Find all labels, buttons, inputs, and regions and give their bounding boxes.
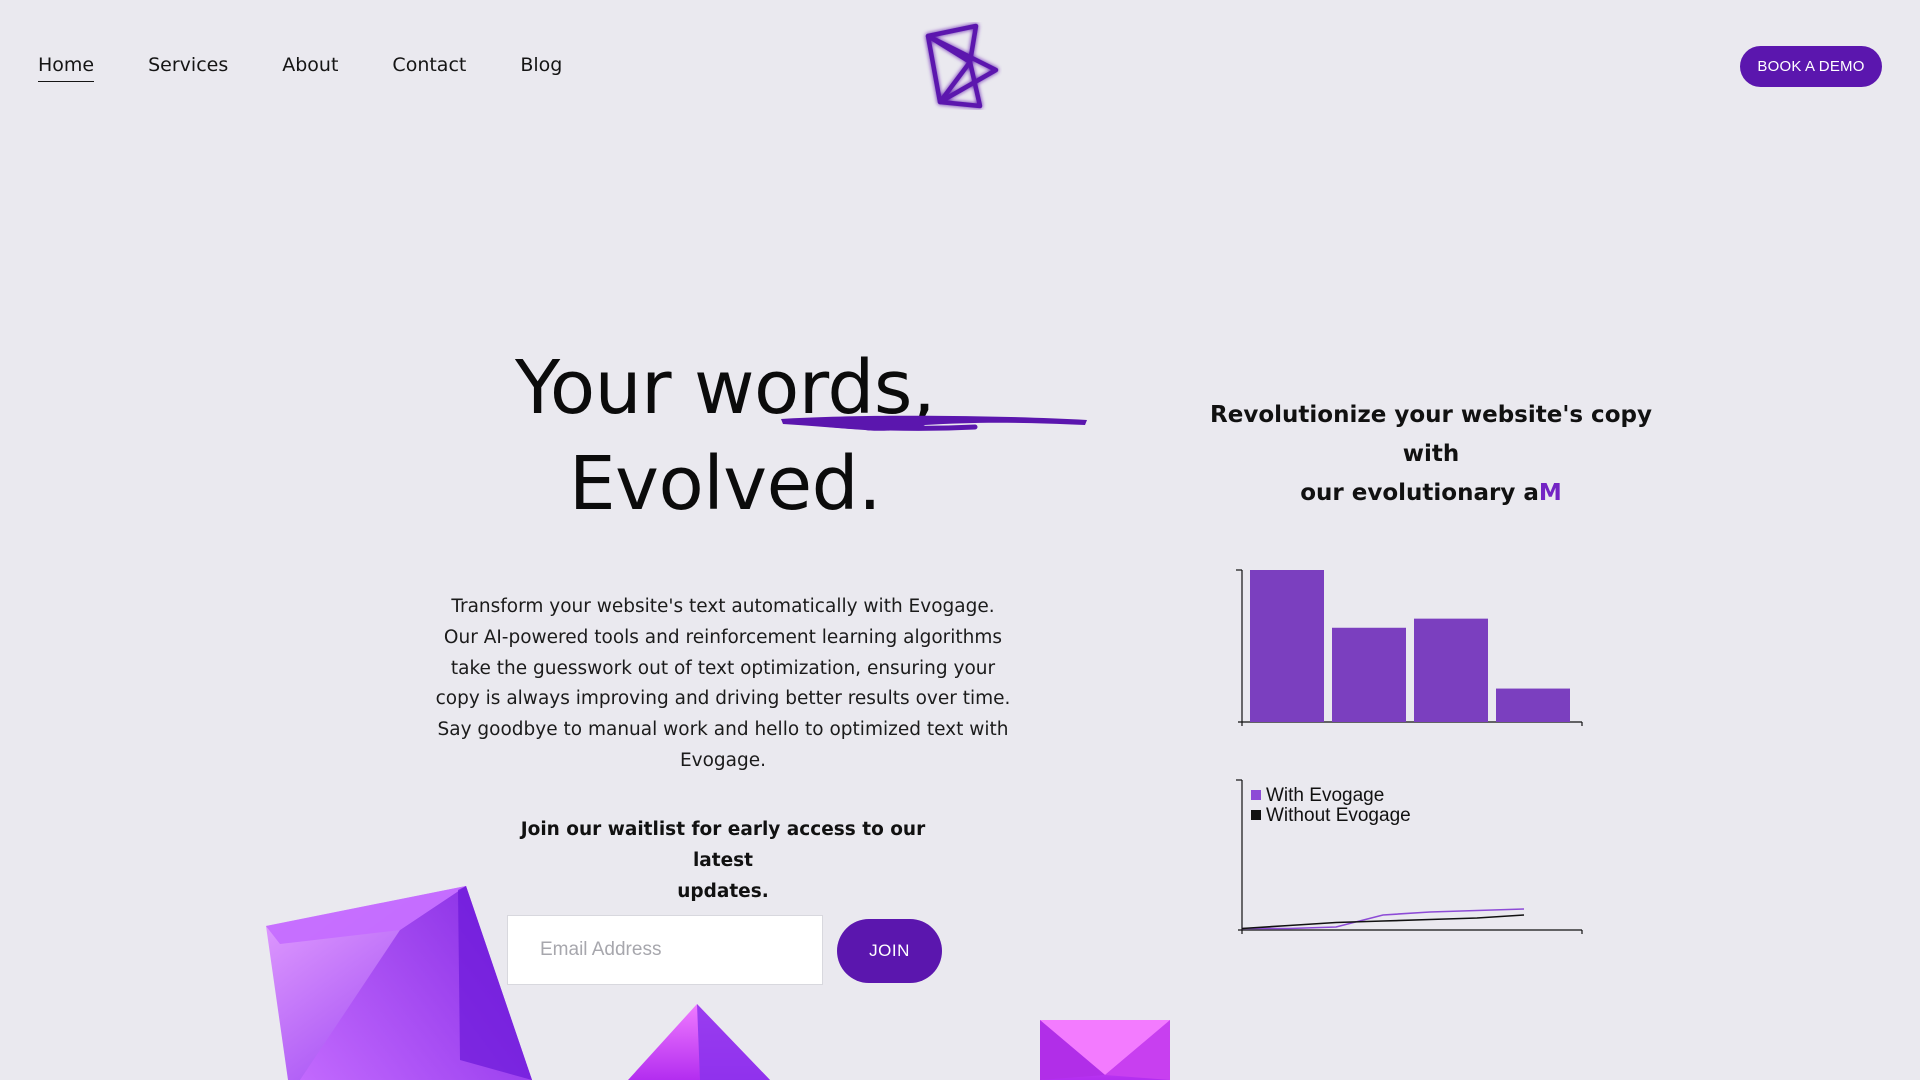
chart-bar — [1332, 627, 1406, 722]
bar-chart — [1236, 569, 1583, 726]
hero-title-accent: Evolved. — [568, 441, 882, 527]
gem-shape-large — [266, 886, 532, 1080]
line-chart: With EvogageWithout Evogage — [1236, 779, 1583, 934]
chart-bar — [1250, 570, 1324, 722]
nav-about-link[interactable]: About — [282, 52, 338, 82]
chart-bar — [1496, 688, 1570, 722]
intro-line: Our AI-powered tools and reinforcement l… — [443, 626, 1003, 648]
tagline-line2-accent: M — [1538, 480, 1562, 506]
email-field[interactable] — [507, 915, 823, 985]
nav-blog-link[interactable]: Blog — [520, 52, 562, 82]
book-demo-button[interactable]: BOOK A DEMO — [1740, 46, 1882, 87]
intro-line: Say goodbye to manual work and hello to … — [437, 719, 1009, 741]
decorative-gems — [266, 886, 1170, 1080]
legend-label: With Evogage — [1266, 785, 1384, 806]
intro-line: Evogage. — [679, 749, 767, 771]
waitlist-line: updates. — [677, 881, 769, 902]
waitlist-line: Join our waitlist for early access to ou… — [520, 819, 926, 871]
tagline: Revolutionize your website's copy with o… — [1196, 396, 1666, 513]
tagline-line1: Revolutionize your website's copy with — [1210, 402, 1652, 467]
legend-label: Without Evogage — [1266, 805, 1411, 826]
waitlist-heading: Join our waitlist for early access to ou… — [500, 814, 946, 907]
legend-swatch — [1251, 810, 1261, 820]
brush-underline — [781, 415, 1087, 431]
join-button[interactable]: JOIN — [837, 919, 942, 983]
intro-line: copy is always improving and driving bet… — [435, 688, 1011, 710]
gem-shape-cube — [1040, 1020, 1170, 1080]
nav-services-link[interactable]: Services — [148, 52, 228, 82]
evogage-logo-icon[interactable] — [920, 22, 1002, 110]
gem-shape-pyramid — [628, 1004, 770, 1080]
nav-home-link[interactable]: Home — [38, 52, 95, 82]
legend-swatch — [1251, 790, 1261, 800]
series-line — [1241, 914, 1525, 930]
intro-paragraph: Transform your website's text automatica… — [430, 592, 1016, 777]
nav-contact-link[interactable]: Contact — [392, 52, 466, 82]
chart-bar — [1414, 618, 1488, 722]
intro-line: take the guesswork out of text optimizat… — [450, 657, 996, 679]
tagline-line2-lead: our evolutionary a — [1300, 480, 1539, 506]
intro-line: Transform your website's text automatica… — [451, 596, 995, 617]
main-nav: Home Services About Contact Blog — [38, 52, 562, 82]
